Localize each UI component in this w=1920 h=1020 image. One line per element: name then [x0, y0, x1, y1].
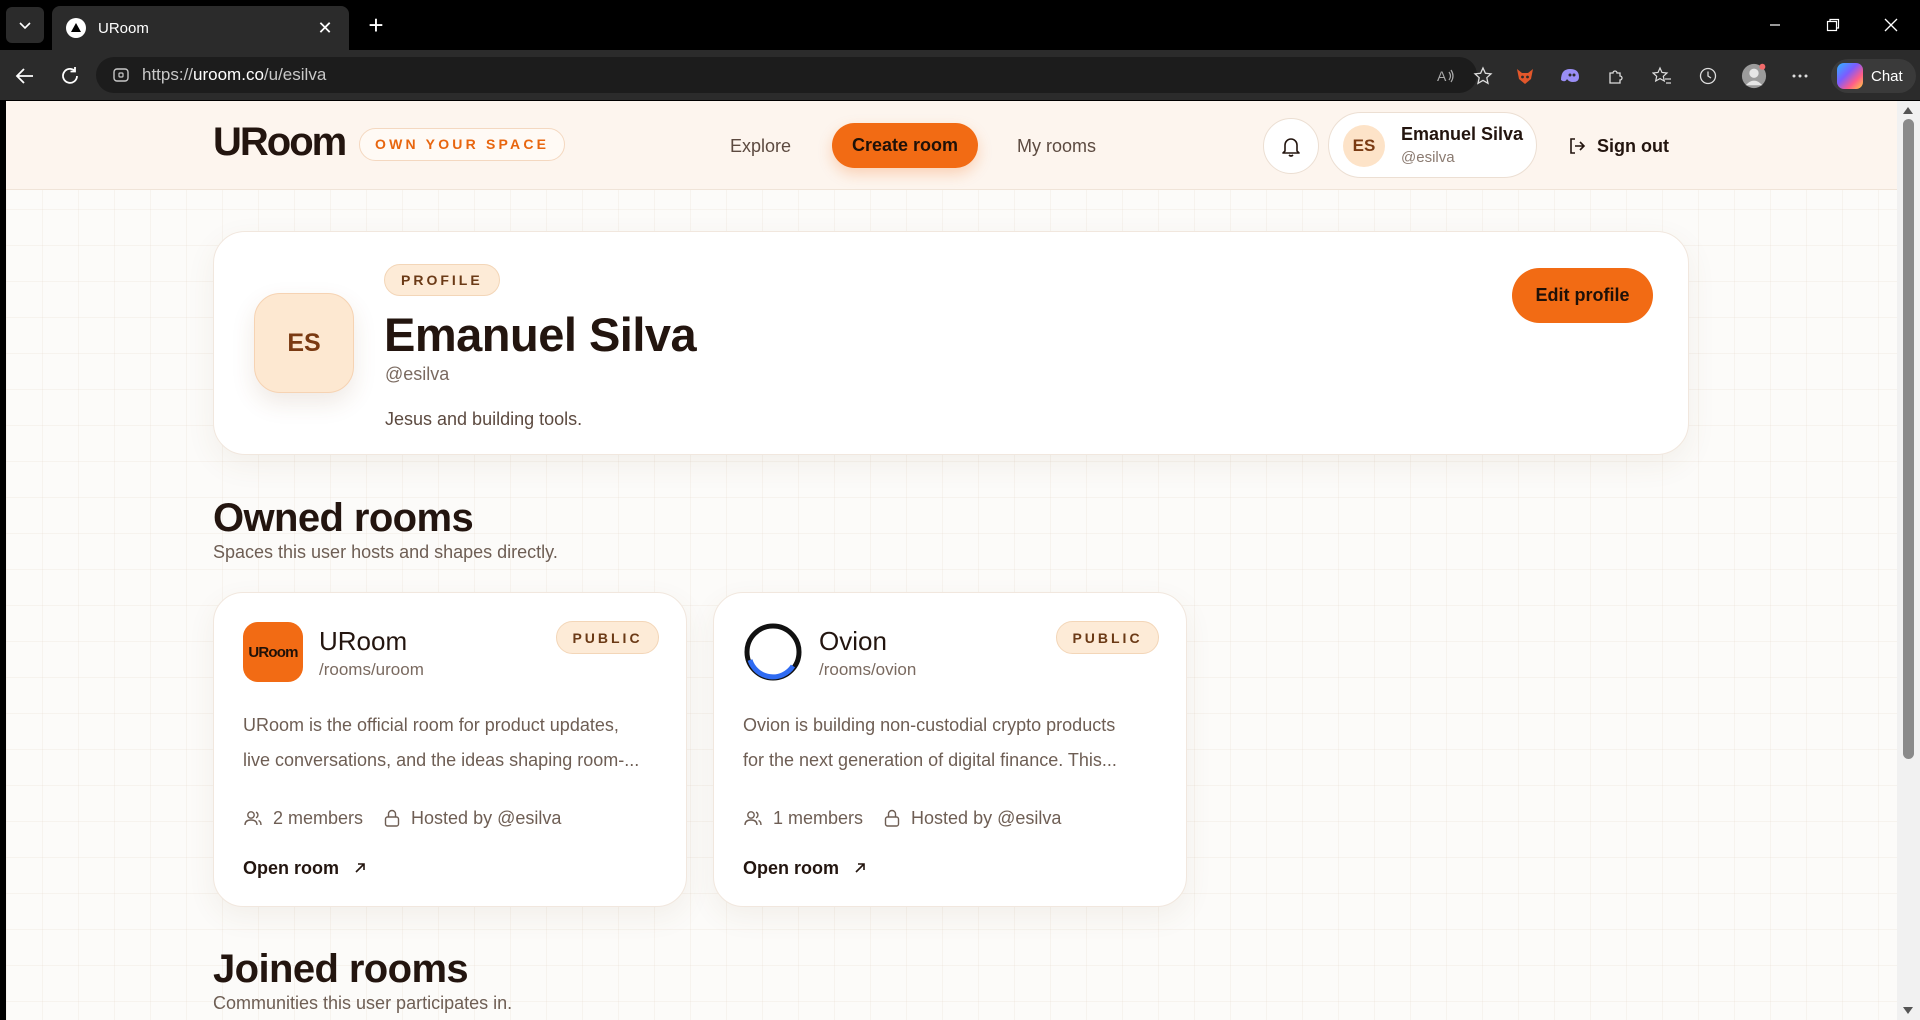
room-description-line: URoom is the official room for product u…: [243, 715, 619, 735]
room-meta: 1 members Hosted by @esilva: [743, 806, 1061, 830]
user-menu-chip[interactable]: ES Emanuel Silva @esilva: [1328, 112, 1537, 178]
restore-window-icon[interactable]: [1810, 10, 1856, 40]
site-favicon-icon: [66, 18, 86, 38]
sign-out-button[interactable]: Sign out: [1567, 126, 1669, 166]
open-room-label: Open room: [743, 857, 840, 878]
open-room-label: Open room: [243, 857, 340, 878]
room-host: Hosted by @esilva: [411, 807, 562, 828]
url-text: https://uroom.co/u/esilva: [142, 65, 327, 84]
site-logo[interactable]: URoom: [213, 120, 347, 165]
lock-icon: [384, 809, 400, 827]
scrollbar-thumb[interactable]: [1903, 119, 1914, 759]
open-room-link[interactable]: Open room: [743, 856, 867, 880]
nav-explore-link[interactable]: Explore: [730, 136, 791, 157]
url-field[interactable]: https://uroom.co/u/esilva: [96, 57, 1477, 93]
back-arrow-icon[interactable]: [10, 61, 40, 91]
room-description-line: live conversations, and the ideas shapin…: [243, 750, 640, 770]
copilot-chat-button[interactable]: Chat: [1831, 59, 1916, 93]
sign-out-icon: [1570, 138, 1586, 154]
members-icon: [244, 811, 262, 826]
bell-icon: [1282, 138, 1300, 157]
visibility-badge: PUBLIC: [556, 621, 659, 654]
tagline-badge: OWN YOUR SPACE: [359, 128, 566, 161]
profile-name: Emanuel Silva: [384, 308, 697, 361]
arrow-up-right-icon: [355, 863, 365, 873]
uroom-logo: URoom: [243, 622, 303, 682]
read-aloud-icon[interactable]: A: [1433, 63, 1459, 89]
room-path: /rooms/uroom: [319, 660, 424, 679]
arrow-up-right-icon: [855, 863, 865, 873]
user-name: Emanuel Silva: [1401, 124, 1524, 144]
browser-address-bar: https://uroom.co/u/esilva A Chat: [0, 50, 1920, 100]
new-tab-icon[interactable]: +: [362, 12, 390, 40]
ghost-extension-icon[interactable]: [1557, 63, 1583, 89]
members-count: 1 members: [773, 807, 864, 828]
avatar: ES: [1343, 125, 1385, 167]
members-icon: [744, 811, 762, 826]
room-name: Ovion: [819, 626, 887, 656]
favorite-star-icon[interactable]: [1470, 63, 1496, 89]
joined-rooms-subtitle: Communities this user participates in.: [213, 993, 513, 1013]
profile-bio: Jesus and building tools.: [385, 409, 583, 429]
notifications-button[interactable]: [1263, 118, 1319, 174]
owned-rooms-title: Owned rooms: [213, 496, 474, 540]
browser-tab-bar: URoom ✕ +: [0, 0, 1920, 50]
favorites-collection-icon[interactable]: [1649, 63, 1675, 89]
extensions-puzzle-icon[interactable]: [1603, 63, 1629, 89]
room-description-line: for the next generation of digital finan…: [743, 750, 1117, 770]
fox-extension-icon[interactable]: [1512, 63, 1538, 89]
more-options-icon[interactable]: [1787, 63, 1813, 89]
chat-label: Chat: [1871, 67, 1903, 85]
room-meta: 2 members Hosted by @esilva: [243, 806, 561, 830]
minimize-window-icon[interactable]: [1752, 10, 1798, 40]
profile-avatar: ES: [254, 293, 354, 393]
room-path: /rooms/ovion: [819, 660, 917, 679]
chevron-down-icon: [19, 22, 31, 30]
history-icon[interactable]: [1695, 63, 1721, 89]
sign-out-label: Sign out: [1597, 135, 1669, 156]
ovion-logo-icon: [744, 623, 802, 681]
room-name: URoom: [319, 626, 408, 656]
edit-profile-button[interactable]: Edit profile: [1512, 268, 1653, 323]
tab-title: URoom: [98, 19, 149, 37]
joined-rooms-title: Joined rooms: [213, 947, 469, 991]
svg-text:A: A: [1437, 68, 1447, 84]
profile-avatar-icon[interactable]: [1741, 63, 1767, 89]
owned-rooms-subtitle: Spaces this user hosts and shapes direct…: [213, 542, 558, 562]
close-tab-icon[interactable]: ✕: [315, 18, 335, 39]
scroll-up-arrow-icon[interactable]: [1903, 107, 1913, 114]
room-description: URoom is the official room for product u…: [243, 708, 663, 778]
close-window-icon[interactable]: [1868, 10, 1914, 40]
members-count: 2 members: [273, 807, 364, 828]
tab-actions-menu-button[interactable]: [6, 7, 44, 43]
refresh-icon[interactable]: [55, 61, 85, 91]
lock-icon: [884, 809, 900, 827]
room-description: Ovion is building non-custodial crypto p…: [743, 708, 1163, 778]
copilot-icon: [1837, 63, 1863, 89]
room-card-uroom[interactable]: URoom URoom /rooms/uroom PUBLIC URoom is…: [213, 592, 687, 907]
site-header: URoom OWN YOUR SPACE Explore Create room…: [6, 101, 1897, 190]
profile-card: ES PROFILE Emanuel Silva @esilva Jesus a…: [213, 231, 1689, 455]
page-viewport: URoom OWN YOUR SPACE Explore Create room…: [6, 101, 1897, 1020]
nav-my-rooms-link[interactable]: My rooms: [1017, 136, 1096, 157]
room-host: Hosted by @esilva: [911, 807, 1062, 828]
browser-tab[interactable]: URoom ✕: [52, 6, 349, 50]
site-info-lock-icon[interactable]: [112, 66, 130, 84]
room-card-ovion[interactable]: Ovion /rooms/ovion PUBLIC Ovion is build…: [713, 592, 1187, 907]
user-handle: @esilva: [1401, 149, 1455, 166]
create-room-button[interactable]: Create room: [832, 123, 978, 168]
page-scrollbar[interactable]: [1897, 101, 1920, 1020]
room-description-line: Ovion is building non-custodial crypto p…: [743, 715, 1116, 735]
profile-badge: PROFILE: [384, 264, 500, 296]
open-room-link[interactable]: Open room: [243, 856, 367, 880]
visibility-badge: PUBLIC: [1056, 621, 1159, 654]
profile-handle: @esilva: [385, 364, 450, 384]
scroll-down-arrow-icon[interactable]: [1903, 1007, 1913, 1014]
